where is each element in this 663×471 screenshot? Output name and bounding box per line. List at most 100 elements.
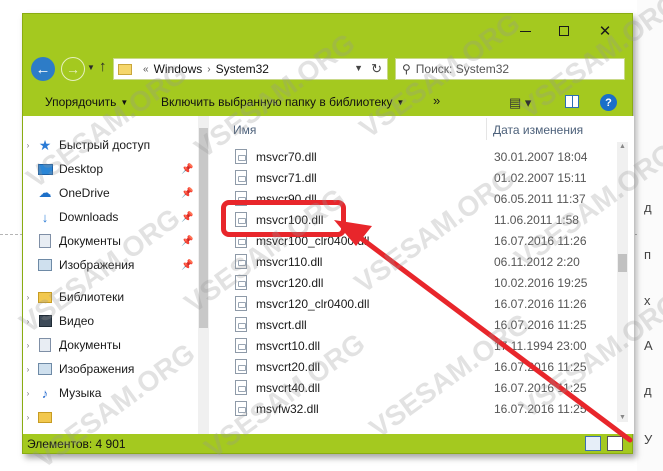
nav-item-music[interactable]: › ♪ Музыка xyxy=(23,382,102,404)
large-icons-view-button[interactable] xyxy=(607,436,623,451)
pin-icon: 📌 xyxy=(181,236,194,247)
preview-pane-button[interactable] xyxy=(565,95,579,108)
nav-item-quick-access[interactable]: › ★ Быстрый доступ xyxy=(23,134,150,156)
file-row[interactable]: msvcr120.dll 10.02.2016 19:25 xyxy=(213,272,621,293)
file-row[interactable]: msvcrt.dll 16.07.2016 11:25 xyxy=(213,314,621,335)
file-list-scrollbar[interactable]: ▲ ▼ xyxy=(617,142,628,422)
file-row[interactable]: msvcr110.dll 06.11.2012 2:20 xyxy=(213,251,621,272)
nav-item-documents[interactable]: Документы xyxy=(23,230,121,252)
chevron-down-icon[interactable]: ▼ xyxy=(354,63,363,73)
edge-char: п xyxy=(644,247,652,262)
recent-locations-dropdown[interactable]: ▼ xyxy=(87,63,95,72)
nav-item-pictures[interactable]: Изображения xyxy=(23,254,134,276)
nav-item-label: Видео xyxy=(59,314,95,328)
content-area: › ★ Быстрый доступ Desktop 📌 ☁ OneDrive 📌 ↓… xyxy=(23,116,634,434)
change-view-button[interactable]: ▤ ▾ xyxy=(509,95,531,111)
file-row[interactable]: msvcr120_clr0400.dll 16.07.2016 11:26 xyxy=(213,293,621,314)
minimize-button[interactable] xyxy=(514,20,536,42)
file-name: msvcr120_clr0400.dll xyxy=(256,297,370,311)
dll-file-icon xyxy=(235,380,247,395)
pin-icon: 📌 xyxy=(181,260,194,271)
column-divider[interactable] xyxy=(486,118,487,140)
file-name: msvcrt20.dll xyxy=(256,360,321,374)
back-button[interactable]: ← xyxy=(31,57,55,81)
maximize-button[interactable] xyxy=(553,20,575,42)
search-box[interactable]: ⚲ Поиск: System32 xyxy=(395,58,625,80)
file-row[interactable]: msvcrt10.dll 17.11.1994 23:00 xyxy=(213,335,621,356)
cloud-icon: ☁ xyxy=(38,185,52,200)
edge-char: д xyxy=(644,383,652,398)
file-row[interactable]: msvcrt40.dll 16.07.2016 11:25 xyxy=(213,377,621,398)
nav-item-label: Downloads xyxy=(59,210,119,224)
organize-button[interactable]: Упорядочить ▼ xyxy=(45,95,128,109)
dll-file-icon xyxy=(235,296,247,311)
file-name: msvfw32.dll xyxy=(256,402,319,416)
scroll-up-icon[interactable]: ▲ xyxy=(619,143,626,150)
dll-file-icon xyxy=(235,401,247,416)
breadcrumb-overflow[interactable]: « xyxy=(143,64,149,75)
edge-char: д xyxy=(644,200,652,215)
nav-item-label: Изображения xyxy=(59,258,135,272)
expand-icon: › xyxy=(26,388,30,398)
documents-icon xyxy=(37,338,53,352)
file-date: 10.02.2016 19:25 xyxy=(494,276,588,290)
file-date: 06.05.2011 11:37 xyxy=(494,192,586,206)
nav-scrollbar[interactable] xyxy=(198,116,209,434)
chevron-down-icon: ▼ xyxy=(396,98,405,107)
file-date: 30.01.2007 18:04 xyxy=(494,150,588,164)
star-icon: ★ xyxy=(38,136,52,153)
file-row[interactable]: msvfw32.dll 16.07.2016 11:25 xyxy=(213,398,621,416)
file-list-scrollbar-thumb[interactable] xyxy=(618,254,627,272)
file-date: 16.07.2016 11:26 xyxy=(494,234,587,248)
column-header-row: Имя Дата изменения xyxy=(213,116,634,142)
include-in-library-button[interactable]: Включить выбранную папку в библиотеку ▼ xyxy=(161,95,404,109)
nav-item-downloads[interactable]: ↓ Downloads xyxy=(23,206,119,228)
nav-item-libraries[interactable]: › Библиотеки xyxy=(23,286,124,308)
title-bar[interactable]: ✕ xyxy=(23,14,632,50)
close-icon: ✕ xyxy=(598,23,612,40)
up-button[interactable]: ↑ xyxy=(99,58,107,75)
breadcrumb-separator[interactable]: › xyxy=(207,64,210,75)
file-name: msvcr110.dll xyxy=(256,255,323,269)
expand-icon: › xyxy=(26,316,30,326)
file-row[interactable]: msvcrt20.dll 16.07.2016 11:25 xyxy=(213,356,621,377)
nav-item-library-documents[interactable]: › Документы xyxy=(23,334,121,356)
nav-item-folder[interactable]: › xyxy=(23,406,59,428)
video-icon xyxy=(37,314,53,328)
forward-button[interactable]: → xyxy=(61,57,85,81)
nav-scrollbar-thumb[interactable] xyxy=(199,128,208,328)
chevron-down-icon: ▼ xyxy=(120,98,129,107)
nav-item-desktop[interactable]: Desktop xyxy=(23,158,103,180)
arrow-left-icon: ← xyxy=(35,60,51,78)
close-button[interactable]: ✕ xyxy=(594,20,616,42)
address-bar[interactable]: « Windows › System32 ▼ ↻ xyxy=(113,58,388,80)
file-date: 11.06.2011 1:58 xyxy=(494,213,579,227)
column-header-name[interactable]: Имя xyxy=(233,123,256,137)
expand-icon: › xyxy=(26,292,30,302)
search-input[interactable]: Поиск: System32 xyxy=(416,62,509,76)
breadcrumb-system32[interactable]: System32 xyxy=(216,62,269,76)
nav-item-label: OneDrive xyxy=(59,186,110,200)
file-name: msvcr120.dll xyxy=(256,276,324,290)
expand-icon: › xyxy=(26,412,30,422)
search-icon: ⚲ xyxy=(402,62,411,76)
column-header-date[interactable]: Дата изменения xyxy=(493,123,583,137)
scroll-down-icon[interactable]: ▼ xyxy=(619,414,626,421)
file-row[interactable]: msvcr70.dll 30.01.2007 18:04 xyxy=(213,146,621,167)
more-commands-button[interactable]: » xyxy=(433,93,440,108)
nav-item-library-pictures[interactable]: › Изображения xyxy=(23,358,135,380)
breadcrumb-windows[interactable]: Windows xyxy=(154,62,203,76)
details-view-button[interactable] xyxy=(585,436,601,451)
nav-item-onedrive[interactable]: ☁ OneDrive xyxy=(23,182,110,204)
dll-file-icon xyxy=(235,170,247,185)
dll-file-icon xyxy=(235,149,247,164)
nav-item-label: Desktop xyxy=(59,162,104,176)
help-icon[interactable]: ? xyxy=(600,94,617,111)
nav-item-video[interactable]: › Видео xyxy=(23,310,94,332)
item-count: Элементов: 4 901 xyxy=(27,437,126,451)
file-row[interactable]: msvcr71.dll 01.02.2007 15:11 xyxy=(213,167,621,188)
file-date: 01.02.2007 15:11 xyxy=(494,171,587,185)
refresh-icon[interactable]: ↻ xyxy=(371,61,382,77)
nav-item-label: Быстрый доступ xyxy=(59,138,151,152)
organize-label: Упорядочить xyxy=(45,95,117,109)
